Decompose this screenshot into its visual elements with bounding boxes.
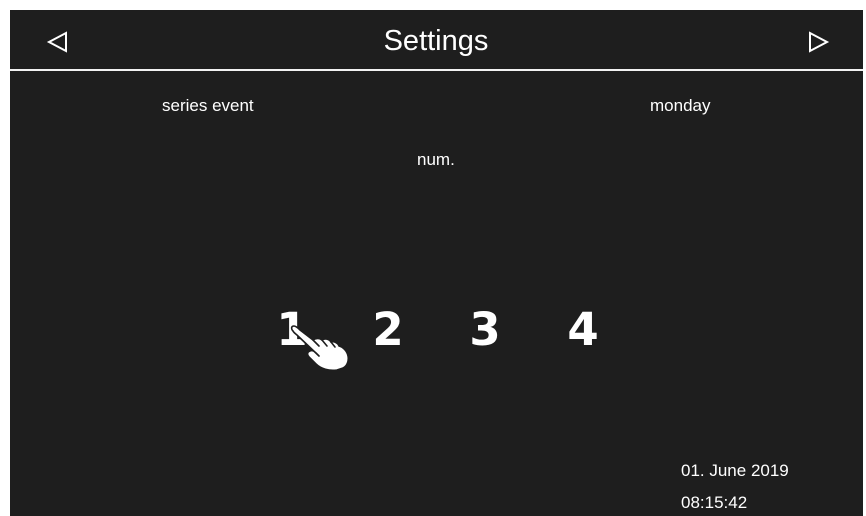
page-title: Settings [383,25,489,57]
header-divider [10,69,863,71]
triangle-right-icon [809,31,830,53]
header-bar: Settings [10,10,863,69]
weekday-value[interactable]: monday [650,95,710,117]
current-date: 01. June 2019 [681,461,789,480]
number-option-2[interactable]: 2 [363,302,413,358]
num-label: num. [417,150,455,169]
number-option-4[interactable]: 4 [558,302,608,358]
number-option-3[interactable]: 3 [460,302,510,358]
series-event-label: series event [162,96,254,115]
hand-pointer-icon [290,325,350,371]
settings-panel: Settings series event monday num. 1 2 3 … [10,10,863,516]
triangle-left-icon [46,31,67,53]
previous-button[interactable] [37,22,77,62]
current-time: 08:15:42 [681,493,748,512]
screen: Settings series event monday num. 1 2 3 … [0,0,866,516]
next-button[interactable] [799,22,839,62]
